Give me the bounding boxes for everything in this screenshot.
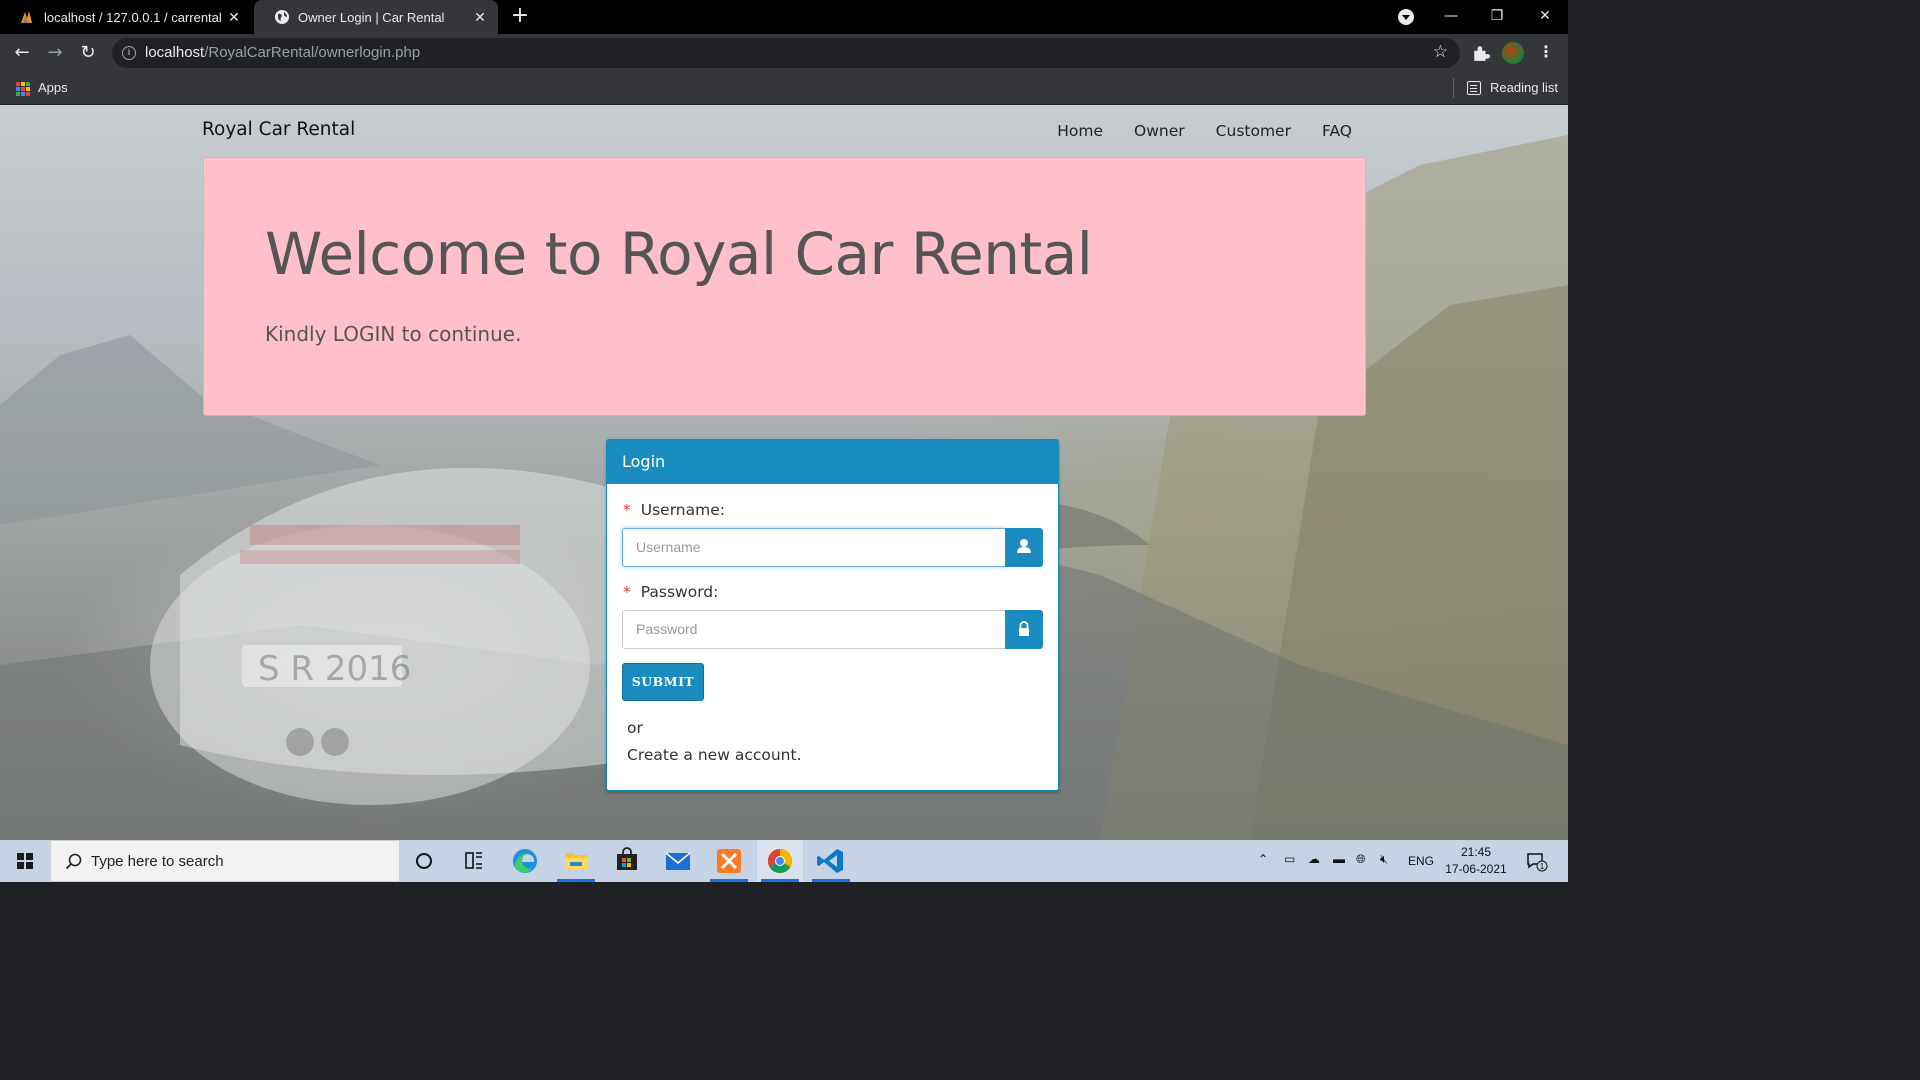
clock-date: 17-06-2021 <box>1445 862 1507 876</box>
notification-center-button[interactable]: 1 <box>1526 852 1548 872</box>
url-text[interactable]: localhost/RoyalCarRental/ownerlogin.php <box>145 44 420 61</box>
welcome-jumbotron: Welcome to Royal Car Rental Kindly LOGIN… <box>203 157 1366 416</box>
xampp-icon <box>717 849 741 873</box>
search-placeholder: Type here to search <box>91 853 224 870</box>
required-marker: * <box>623 583 631 601</box>
show-hidden-icons-button[interactable]: ⌃ <box>1258 852 1268 866</box>
onedrive-icon[interactable]: ☁ <box>1308 852 1320 866</box>
username-input[interactable]: Username <box>622 528 1006 567</box>
nav-home-link[interactable]: Home <box>1057 122 1103 140</box>
taskbar-search-box[interactable]: Type here to search <box>50 840 400 882</box>
or-text: or <box>627 719 643 737</box>
store-taskbar-button[interactable] <box>604 840 650 882</box>
task-view-button[interactable] <box>451 840 497 882</box>
windows-taskbar: Type here to search ⌃ ▭ ☁ ▬ 🌐︎ 🔇︎ ENG 21… <box>0 840 1568 882</box>
tab-phpmyadmin[interactable]: localhost / 127.0.0.1 / carrental | ✕ <box>0 0 252 34</box>
mail-taskbar-button[interactable] <box>655 840 701 882</box>
volume-muted-icon[interactable]: 🔇︎ <box>1380 852 1388 867</box>
restore-button[interactable]: ❐ <box>1482 4 1512 28</box>
extensions-puzzle-icon[interactable] <box>1472 44 1490 62</box>
minimize-button[interactable]: — <box>1436 4 1466 28</box>
create-account-link[interactable]: Create a new account. <box>627 746 802 764</box>
system-clock[interactable]: 21:45 17-06-2021 <box>1440 844 1512 878</box>
apps-grid-icon[interactable] <box>16 82 30 96</box>
browser-menu-icon[interactable]: ⋮ <box>1538 42 1554 61</box>
globe-icon <box>275 10 289 24</box>
phpmyadmin-icon <box>21 11 32 23</box>
cortana-button[interactable] <box>401 840 447 882</box>
close-window-button[interactable]: ✕ <box>1530 4 1560 28</box>
page-viewport: S R 2016 Royal Car Rental Home Owner Cus… <box>0 105 1568 840</box>
site-brand[interactable]: Royal Car Rental <box>202 119 355 140</box>
mail-icon <box>665 852 691 870</box>
store-icon <box>617 847 637 870</box>
bookmarks-divider <box>1453 78 1454 98</box>
reading-list-button[interactable]: Reading list <box>1490 80 1558 95</box>
chrome-icon <box>767 849 793 874</box>
tab-search-icon[interactable] <box>1398 9 1414 25</box>
password-label-text: Password: <box>640 583 719 601</box>
back-icon[interactable]: ← <box>11 42 33 64</box>
apps-bookmark[interactable]: Apps <box>38 80 68 95</box>
reading-list-icon[interactable] <box>1467 81 1481 95</box>
required-marker: * <box>623 501 631 519</box>
profile-avatar[interactable] <box>1502 42 1524 64</box>
file-explorer-taskbar-button[interactable] <box>553 840 599 882</box>
nav-owner-link[interactable]: Owner <box>1134 122 1185 140</box>
username-label-text: Username: <box>640 501 725 519</box>
search-icon <box>65 853 82 870</box>
xampp-taskbar-button[interactable] <box>706 840 752 882</box>
browser-toolbar: ← → ↻ i localhost/RoyalCarRental/ownerlo… <box>0 34 1568 72</box>
browser-tab-strip: localhost / 127.0.0.1 / carrental | ✕ Ow… <box>0 0 1568 34</box>
user-icon <box>1017 539 1031 553</box>
vscode-icon <box>817 849 843 873</box>
language-indicator[interactable]: ENG <box>1408 854 1434 868</box>
username-addon <box>1005 528 1043 567</box>
battery-icon[interactable]: ▬ <box>1333 852 1345 866</box>
close-tab-icon[interactable]: ✕ <box>226 9 242 26</box>
clock-time: 21:45 <box>1460 845 1492 859</box>
welcome-heading: Welcome to Royal Car Rental <box>265 220 1093 288</box>
meet-now-icon[interactable]: ▭ <box>1284 852 1295 866</box>
bookmarks-bar: Apps Reading list <box>0 72 1568 105</box>
tab-title: localhost / 127.0.0.1 / carrental | <box>44 9 226 25</box>
url-host: localhost <box>145 44 205 61</box>
password-input[interactable]: Password <box>622 610 1006 649</box>
windows-logo-icon <box>17 853 33 869</box>
url-path: /RoyalCarRental/ownerlogin.php <box>204 44 421 61</box>
welcome-subtext: Kindly LOGIN to continue. <box>265 322 522 346</box>
address-bar[interactable]: i localhost/RoyalCarRental/ownerlogin.ph… <box>112 38 1460 68</box>
submit-button[interactable]: SUBMIT <box>622 663 704 701</box>
notification-icon: 1 <box>1527 853 1548 872</box>
edge-icon <box>513 849 537 873</box>
cortana-icon <box>416 853 432 869</box>
forward-icon[interactable]: → <box>44 42 66 64</box>
reload-icon[interactable]: ↻ <box>77 42 99 64</box>
login-panel: Login * Username: Username * Password: Pas… <box>606 439 1059 791</box>
new-tab-button[interactable]: + <box>508 4 532 28</box>
vscode-taskbar-button[interactable] <box>808 840 854 882</box>
nav-customer-link[interactable]: Customer <box>1216 122 1291 140</box>
tab-owner-login[interactable]: Owner Login | Car Rental ✕ <box>254 0 498 34</box>
svg-text:S R 2016: S R 2016 <box>258 649 411 689</box>
bookmark-star-icon[interactable]: ☆ <box>1433 42 1448 62</box>
site-nav: Home Owner Customer FAQ <box>1057 122 1352 140</box>
tab-title: Owner Login | Car Rental <box>298 9 445 25</box>
file-explorer-icon <box>565 853 587 870</box>
network-globe-icon[interactable]: 🌐︎ <box>1356 852 1366 867</box>
password-addon <box>1005 610 1043 649</box>
password-label: * Password: <box>623 583 718 601</box>
close-tab-icon[interactable]: ✕ <box>472 9 488 26</box>
login-panel-header: Login <box>607 440 1058 484</box>
nav-faq-link[interactable]: FAQ <box>1322 122 1352 140</box>
start-button[interactable] <box>0 840 50 882</box>
lock-icon <box>1019 621 1029 636</box>
site-info-icon[interactable]: i <box>122 46 136 60</box>
chrome-taskbar-button[interactable] <box>757 840 803 882</box>
notification-count: 1 <box>1540 862 1545 871</box>
username-label: * Username: <box>623 501 725 519</box>
task-view-icon <box>465 852 482 869</box>
edge-taskbar-button[interactable] <box>502 840 548 882</box>
